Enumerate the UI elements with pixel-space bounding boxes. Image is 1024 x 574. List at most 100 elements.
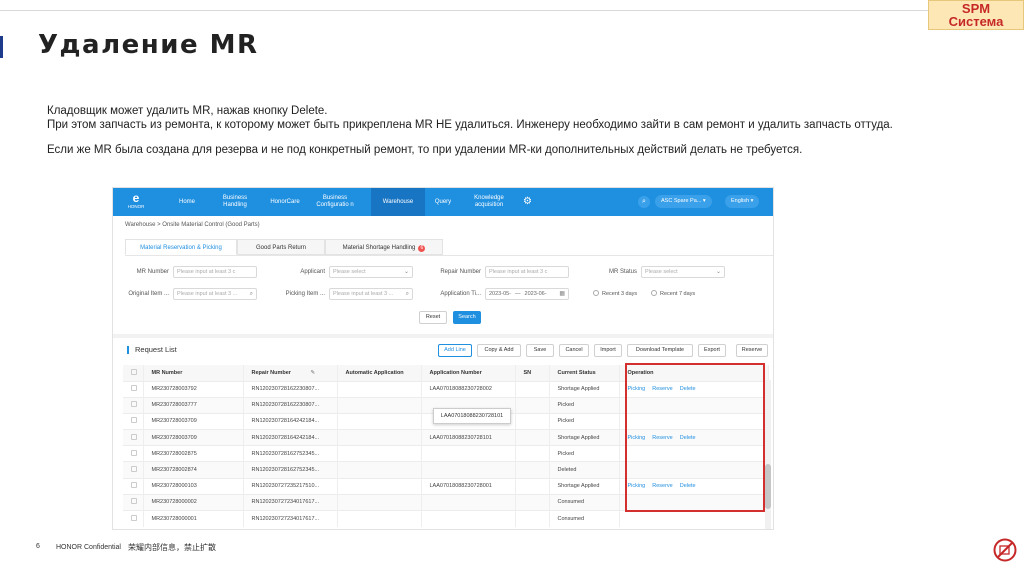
cell-automatic-application bbox=[337, 445, 422, 462]
search-button[interactable]: Search bbox=[453, 311, 481, 324]
cell-application-number[interactable]: LAA07018088230728001 bbox=[421, 477, 516, 495]
table-scrollbar[interactable] bbox=[765, 380, 771, 529]
cell-repair-number: RN120230728164242184... bbox=[243, 429, 338, 446]
cancel-button[interactable]: Cancel bbox=[559, 344, 589, 357]
cell-mr-number[interactable]: MR230728003777 bbox=[143, 396, 244, 414]
scrollbar-thumb[interactable] bbox=[765, 464, 771, 509]
reset-button[interactable]: Reset bbox=[419, 311, 447, 324]
col-automatic-application[interactable]: Automatic Application bbox=[337, 365, 422, 381]
cell-mr-number[interactable]: MR230728000001 bbox=[143, 509, 244, 527]
cell-sn bbox=[515, 461, 550, 479]
cell-automatic-application bbox=[337, 412, 422, 430]
nav-warehouse[interactable]: Warehouse bbox=[371, 188, 425, 216]
cell-mr-number[interactable]: MR230728002875 bbox=[143, 445, 244, 462]
recent-3-days-label: Recent 3 days bbox=[602, 291, 638, 297]
cell-current-status: Shortage Applied bbox=[549, 429, 620, 446]
cell-mr-number[interactable]: MR230728000103 bbox=[143, 477, 244, 495]
gear-icon[interactable]: ⚙ bbox=[523, 196, 532, 207]
confidential-label: HONOR Confidential bbox=[56, 544, 121, 551]
cell-application-number[interactable]: LAA07018088230728101 bbox=[421, 429, 516, 446]
cell-current-status: Shortage Applied bbox=[549, 380, 620, 398]
honor-logo[interactable]: e HONOR bbox=[121, 192, 151, 210]
cell-mr-number[interactable]: MR230728002874 bbox=[143, 461, 244, 479]
cell-sn bbox=[515, 412, 550, 430]
search-icon[interactable]: ⌕ bbox=[638, 196, 650, 208]
col-repair-number[interactable]: Repair Number ✎ bbox=[243, 365, 338, 381]
cell-automatic-application bbox=[337, 461, 422, 479]
col-application-number[interactable]: Application Number bbox=[421, 365, 516, 381]
save-button[interactable]: Save bbox=[526, 344, 554, 357]
cell-select bbox=[123, 477, 144, 495]
tab-good-parts-return[interactable]: Good Parts Return bbox=[237, 239, 325, 255]
cell-application-number[interactable] bbox=[421, 493, 516, 511]
cell-repair-number: RN120230728162230807... bbox=[243, 396, 338, 414]
repair-number-input[interactable]: Please input at least 3 c bbox=[485, 266, 569, 278]
tab-material-reservation[interactable]: Material Reservation & Picking bbox=[125, 239, 237, 255]
table-row[interactable]: MR230728000001 RN120230727234017617... Con… bbox=[123, 509, 769, 527]
cell-automatic-application bbox=[337, 396, 422, 414]
copy-add-button[interactable]: Copy & Add bbox=[477, 344, 521, 357]
col-mr-number[interactable]: MR Number bbox=[143, 365, 244, 381]
account-dropdown[interactable]: ASC Spare Pa... ▾ bbox=[655, 195, 712, 208]
cell-application-number[interactable]: LAA07018088230728002 bbox=[421, 380, 516, 398]
row-checkbox[interactable] bbox=[131, 514, 137, 521]
cell-select bbox=[123, 429, 144, 446]
application-time-range[interactable]: 2023-05- —2023-06- ▦ bbox=[485, 288, 569, 300]
row-checkbox[interactable] bbox=[131, 482, 137, 489]
original-item-input[interactable]: Please input at least 3 ... ⌕ bbox=[173, 288, 257, 300]
radio-circle bbox=[651, 290, 657, 296]
cell-current-status: Picked bbox=[549, 445, 620, 462]
cell-application-number[interactable] bbox=[421, 445, 516, 462]
picking-item-input[interactable]: Please input at least 3 ... ⌕ bbox=[329, 288, 413, 300]
applicant-select[interactable]: Please select ⌄ bbox=[329, 266, 413, 278]
row-checkbox[interactable] bbox=[131, 433, 137, 440]
nav-business-handling[interactable]: Business Handling bbox=[213, 188, 257, 216]
cell-mr-number[interactable]: MR230728003709 bbox=[143, 412, 244, 430]
system-badge: SPM Система bbox=[928, 0, 1024, 30]
col-current-status[interactable]: Current Status bbox=[549, 365, 620, 381]
cell-current-status: Picked bbox=[549, 412, 620, 430]
date-from: 2023-05- bbox=[489, 291, 512, 297]
page-title: Удаление MR bbox=[38, 30, 259, 60]
export-button[interactable]: Export bbox=[698, 344, 726, 357]
cell-mr-number[interactable]: MR230728000002 bbox=[143, 493, 244, 511]
row-checkbox[interactable] bbox=[131, 449, 137, 456]
search-icon: ⌕ bbox=[405, 291, 409, 297]
cell-mr-number[interactable]: MR230728003792 bbox=[143, 380, 244, 398]
add-line-button[interactable]: Add Line bbox=[438, 344, 472, 357]
calendar-icon: ▦ bbox=[559, 291, 565, 297]
cell-select bbox=[123, 509, 144, 527]
nav-honorcare[interactable]: HonorCare bbox=[265, 188, 305, 216]
cell-operation bbox=[619, 509, 769, 527]
tab-material-shortage[interactable]: Material Shortage Handling 6 bbox=[325, 239, 443, 255]
download-template-button[interactable]: Download Template bbox=[627, 344, 693, 357]
row-checkbox[interactable] bbox=[131, 498, 137, 505]
slide: Удаление MR SPM Система Кладовщик может … bbox=[0, 0, 1024, 574]
nav-home[interactable]: Home bbox=[171, 188, 203, 216]
row-checkbox[interactable] bbox=[131, 385, 137, 392]
search-icon: ⌕ bbox=[249, 291, 253, 297]
row-checkbox[interactable] bbox=[131, 417, 137, 424]
recent-3-days-radio[interactable]: Recent 3 days bbox=[593, 290, 637, 297]
recent-7-days-radio[interactable]: Recent 7 days bbox=[651, 290, 695, 297]
col-sn[interactable]: SN bbox=[515, 365, 550, 381]
nav-business-configuration[interactable]: Business Configuratio n bbox=[313, 188, 357, 216]
cell-mr-number[interactable]: MR230728003709 bbox=[143, 429, 244, 446]
select-all-checkbox[interactable] bbox=[131, 368, 137, 375]
language-dropdown[interactable]: English ▾ bbox=[725, 195, 760, 208]
cell-application-number[interactable] bbox=[421, 461, 516, 479]
cell-repair-number: RN120230728162752345... bbox=[243, 461, 338, 479]
nav-knowledge[interactable]: Knowledge acquisition bbox=[465, 188, 513, 216]
cell-application-number[interactable] bbox=[421, 509, 516, 527]
cell-sn bbox=[515, 445, 550, 462]
row-checkbox[interactable] bbox=[131, 466, 137, 473]
mr-status-select[interactable]: Please select ⌄ bbox=[641, 266, 725, 278]
cell-repair-number: RN120230727234017617... bbox=[243, 509, 338, 527]
reserve-button[interactable]: Reserve bbox=[736, 344, 768, 357]
nav-query[interactable]: Query bbox=[427, 188, 459, 216]
cell-repair-number: RN120230728162752345... bbox=[243, 445, 338, 462]
row-checkbox[interactable] bbox=[131, 401, 137, 408]
confidential-cn-label: 荣耀内部信息，禁止扩散 bbox=[128, 543, 216, 552]
import-button[interactable]: Import bbox=[594, 344, 622, 357]
mr-number-input[interactable]: Please input at least 3 c bbox=[173, 266, 257, 278]
